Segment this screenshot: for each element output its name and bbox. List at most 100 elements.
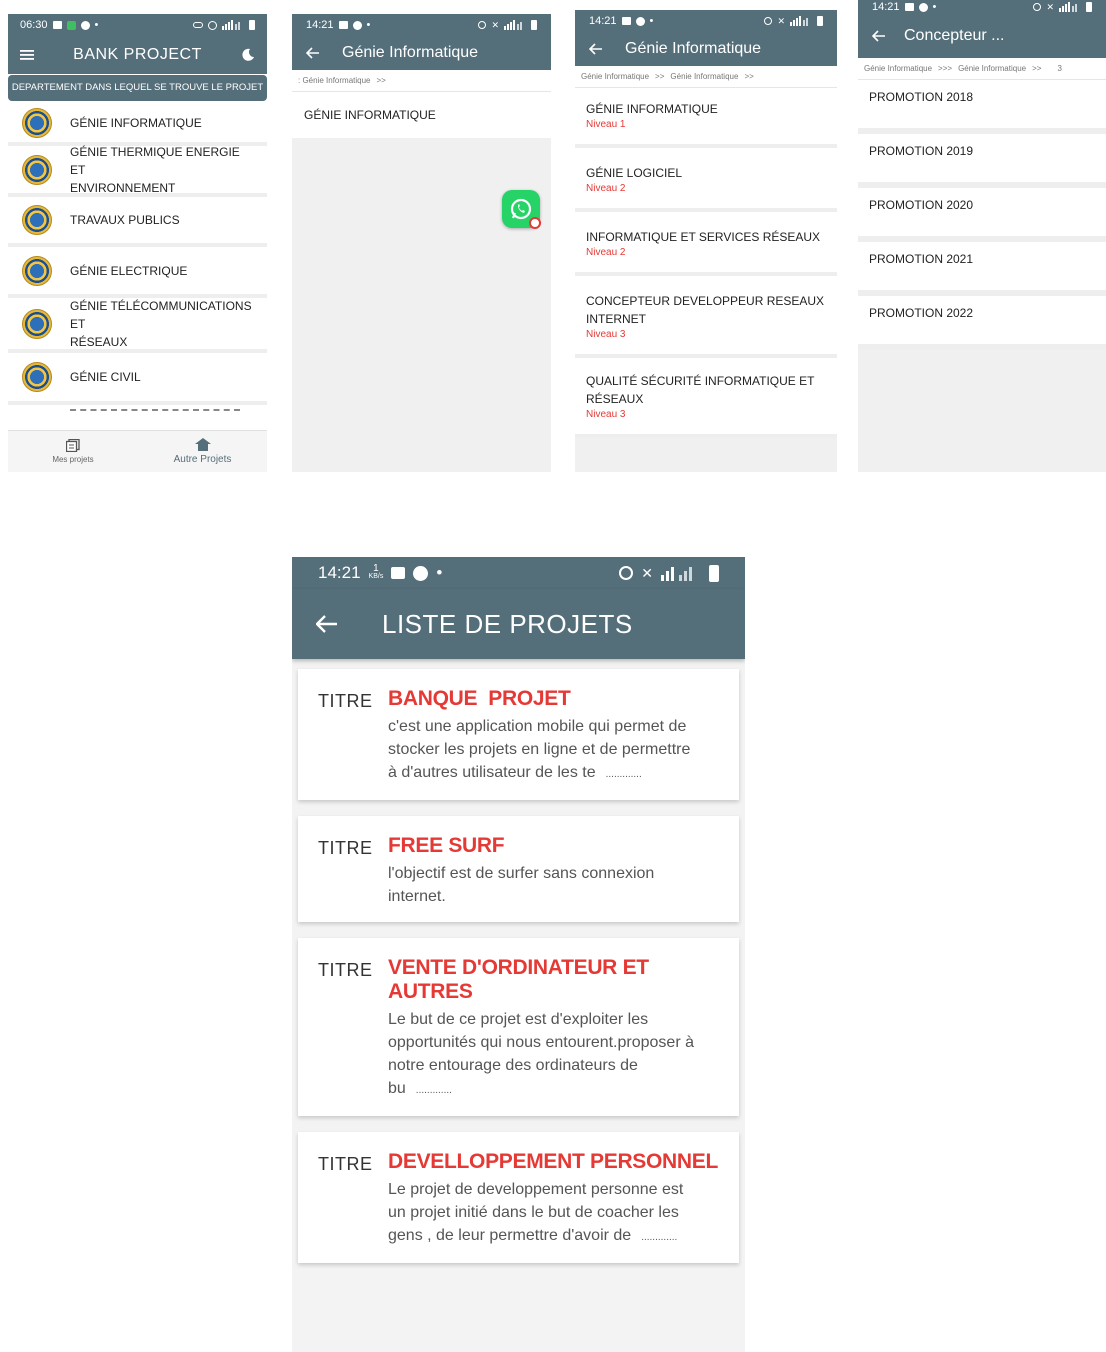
alarm-icon	[208, 20, 217, 30]
breadcrumb-item[interactable]: : Génie Informatique	[298, 76, 370, 85]
battery-icon	[1086, 2, 1092, 12]
department-logo-icon	[22, 308, 52, 339]
filiere-item[interactable]: CONCEPTEUR DEVELOPPEUR RESEAUX INTERNET …	[575, 276, 837, 358]
department-item[interactable]: GÉNIE INFORMATIQUE	[8, 103, 267, 146]
filiere-niveau: Niveau 1	[586, 119, 626, 130]
breadcrumb-item[interactable]: Génie Informatique	[864, 64, 932, 73]
department-item[interactable]: GÉNIE CIVIL	[8, 353, 267, 405]
filiere-item[interactable]: GÉNIE INFORMATIQUE Niveau 1	[575, 88, 837, 148]
signal-icon	[790, 16, 808, 26]
description-line: opportunités qui nous entourent.proposer…	[388, 1034, 694, 1051]
gallery-icon	[52, 21, 62, 29]
department-item[interactable]: GÉNIE THERMIQUE ENERGIE ET ENVIRONNEMENT	[8, 145, 267, 197]
nav-autre-projets[interactable]: Autre Projets	[138, 431, 267, 472]
promotion-label: PROMOTION 2018	[869, 90, 974, 104]
whatsapp-icon	[510, 198, 532, 220]
battery-icon	[531, 20, 537, 30]
mute-icon: ✕	[491, 19, 499, 30]
project-label: TITRE	[318, 691, 373, 711]
description-line: stocker les projets en ligne et de perme…	[388, 741, 691, 758]
back-arrow-icon[interactable]	[316, 615, 338, 633]
promotion-item[interactable]: PROMOTION 2020	[858, 188, 1106, 242]
status-bar: 14:21 1 KB/s • ✕	[292, 557, 745, 589]
department-item[interactable]: GÉNIE TÉLÉCOMMUNICATIONS ET RÉSEAUX	[8, 298, 267, 353]
more-dots[interactable]: .............	[641, 1232, 677, 1243]
whatsapp-fab[interactable]	[502, 190, 541, 229]
status-bar: 14:21 • ✕	[575, 10, 837, 32]
link-icon	[193, 22, 203, 28]
description-line: notre entourage des ordinateurs de	[388, 1057, 638, 1074]
more-dots[interactable]: .............	[606, 769, 642, 780]
gallery-icon	[391, 567, 406, 579]
filiere-niveau: Niveau 3	[586, 329, 626, 340]
department-label: GÉNIE TÉLÉCOMMUNICATIONS ET	[70, 298, 252, 331]
description-line: à d'autres utilisateur de les te	[388, 764, 596, 781]
app-bar: Concepteur ...	[858, 14, 1106, 58]
blocked-badge-icon	[529, 217, 541, 229]
description-line: Le but de ce projet est d'exploiter les	[388, 1011, 649, 1028]
project-card[interactable]: TITRE BANQUE PROJET c'est une applicatio…	[298, 669, 739, 800]
project-description: Le projet de developpement personne est …	[388, 1178, 718, 1249]
app-bar: Génie Informatique	[292, 36, 551, 70]
moon-icon[interactable]	[241, 48, 255, 62]
gallery-icon	[621, 17, 631, 25]
app-bar: Génie Informatique	[575, 32, 837, 66]
breadcrumb-item[interactable]: Génie Informatique	[581, 72, 649, 81]
breadcrumb-separator: >>	[1032, 64, 1042, 73]
menu-icon[interactable]	[20, 49, 34, 61]
list-item[interactable]: GÉNIE INFORMATIQUE	[292, 92, 551, 138]
status-bar: 06:30 •	[8, 14, 267, 36]
filiere-niveau: Niveau 2	[586, 183, 626, 194]
promotion-label: PROMOTION 2022	[869, 306, 974, 320]
app-notification-icon	[66, 20, 76, 30]
project-card[interactable]: TITRE DEVELLOPPEMENT PERSONNEL Le projet…	[298, 1132, 739, 1263]
project-card[interactable]: TITRE VENTE D'ORDINATEUR ET AUTRES Le bu…	[298, 938, 739, 1116]
department-logo-icon	[22, 154, 52, 185]
page-title: Génie Informatique	[625, 40, 762, 57]
department-item[interactable]: TRAVAUX PUBLICS	[8, 197, 267, 247]
back-arrow-icon[interactable]	[306, 47, 320, 59]
breadcrumb-item[interactable]: Génie Informatique	[670, 72, 738, 81]
filiere-item[interactable]: QUALITÉ SÉCURITÉ INFORMATIQUE ET RÉSEAUX…	[575, 358, 837, 438]
breadcrumb-item[interactable]: 3	[1057, 64, 1061, 73]
filiere-niveau: Niveau 2	[586, 247, 626, 258]
signal-icon	[1059, 2, 1077, 12]
back-arrow-icon[interactable]	[872, 30, 886, 42]
promotion-item[interactable]: PROMOTION 2022	[858, 296, 1106, 350]
filiere-item[interactable]: GÉNIE LOGICIEL Niveau 2	[575, 148, 837, 212]
more-dots[interactable]: .............	[416, 1085, 452, 1096]
promotion-item[interactable]: PROMOTION 2021	[858, 242, 1106, 296]
filiere-niveau: Niveau 3	[586, 409, 626, 420]
department-logo-icon	[22, 205, 52, 235]
list-item-label: GÉNIE INFORMATIQUE	[304, 108, 436, 122]
project-list: TITRE BANQUE PROJET c'est une applicatio…	[292, 659, 745, 1263]
promotion-item[interactable]: PROMOTION 2019	[858, 134, 1106, 188]
breadcrumb-separator: >>	[655, 72, 665, 81]
dot-icon: •	[366, 19, 371, 31]
back-arrow-icon[interactable]	[589, 43, 603, 55]
book-icon	[66, 439, 80, 452]
page-title: Concepteur ...	[904, 27, 1005, 44]
status-time: 14:21	[306, 19, 334, 31]
department-label: TRAVAUX PUBLICS	[70, 213, 180, 227]
department-item[interactable]: GÉNIE ELECTRIQUE	[8, 247, 267, 298]
breadcrumb-item[interactable]: Génie Informatique	[958, 64, 1026, 73]
alarm-icon	[619, 566, 634, 580]
breadcrumb-separator: >>	[376, 76, 386, 85]
nav-mes-projets[interactable]: Mes projets	[8, 431, 138, 472]
department-logo-icon	[22, 107, 52, 138]
filiere-label: GÉNIE INFORMATIQUE	[586, 102, 718, 116]
battery-icon	[249, 20, 255, 30]
filiere-item[interactable]: INFORMATIQUE ET SERVICES RÉSEAUX Niveau …	[575, 212, 837, 276]
project-label: TITRE	[318, 960, 373, 980]
description-line: un projet initié dans le but de coacher …	[388, 1204, 679, 1221]
filiere-label: CONCEPTEUR DEVELOPPEUR RESEAUX	[586, 294, 825, 308]
nav-label: Mes projets	[52, 455, 94, 464]
dot-icon: •	[436, 563, 443, 582]
app-bar: BANK PROJECT	[8, 36, 267, 74]
description-line: gens , de leur permettre d'avoir de	[388, 1227, 632, 1244]
promotion-item[interactable]: PROMOTION 2018	[858, 80, 1106, 134]
screen-genie-informatique-1: 14:21 • ✕ Génie Informatique : Génie Inf…	[292, 14, 551, 472]
project-card[interactable]: TITRE FREE SURF l'objectif est de surfer…	[298, 816, 739, 922]
department-logo-icon	[22, 255, 52, 286]
